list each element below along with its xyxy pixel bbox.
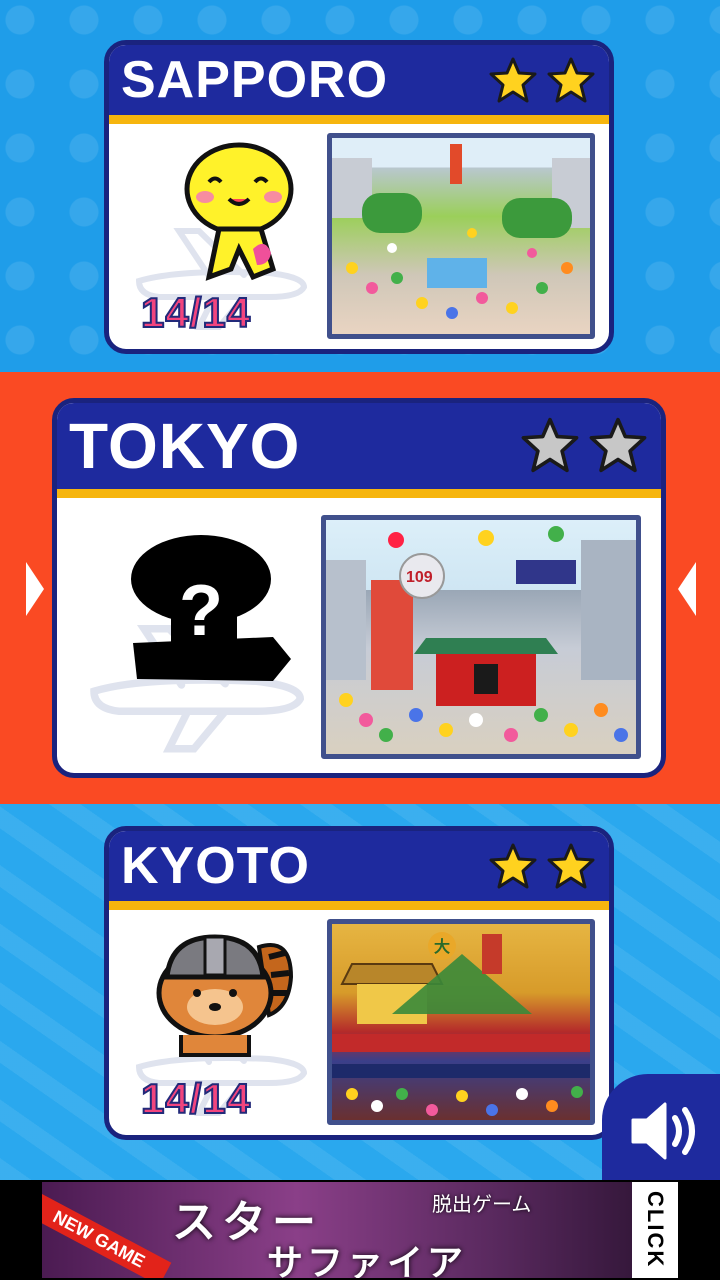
stage-preview-image[interactable]: 大 (327, 919, 595, 1125)
sound-toggle-button[interactable] (602, 1074, 720, 1180)
stage-card-sapporo[interactable]: SAPPORO 14/14 (104, 40, 614, 354)
chick-character-icon (184, 142, 294, 281)
found-count: 14/14 (140, 288, 252, 337)
star-filled-icon (489, 57, 537, 103)
star-empty-icon (521, 417, 579, 473)
scene-sign-label: 大 (434, 937, 450, 956)
ad-new-game-badge: NEW GAME (42, 1192, 172, 1278)
star-empty-icon (589, 417, 647, 473)
ad-banner[interactable]: NEW GAME スター 脱出ゲーム サファイア CLICK (0, 1180, 720, 1280)
stage-card-kyoto[interactable]: KYOTO 14/14 大 (104, 826, 614, 1140)
card-header: SAPPORO (109, 45, 609, 124)
ad-banner-image[interactable]: NEW GAME スター 脱出ゲーム サファイア CLICK (42, 1182, 678, 1278)
stage-preview-image[interactable] (327, 133, 595, 339)
ad-click-button[interactable]: CLICK (632, 1182, 678, 1278)
stage-preview-image[interactable]: 109 (321, 515, 641, 759)
star-rating (521, 417, 647, 473)
speaker-icon (631, 1102, 695, 1160)
found-count: 14/14 (140, 1074, 252, 1123)
previous-stage-arrow-icon[interactable] (22, 558, 48, 620)
ad-genre: 脱出ゲーム (432, 1194, 532, 1216)
ad-subtitle: サファイア (267, 1242, 468, 1278)
star-filled-icon (489, 843, 537, 889)
scene-building-label: 109 (406, 569, 433, 586)
star-rating (489, 57, 595, 103)
stage-name: SAPPORO (121, 51, 389, 109)
stage-name: TOKYO (69, 410, 301, 482)
card-header: TOKYO (57, 403, 661, 498)
stage-card-tokyo[interactable]: TOKYO ? 109 (52, 398, 666, 778)
stage-name: KYOTO (121, 837, 310, 895)
locked-question-mark: ? (179, 571, 223, 651)
raccoon-character-icon (156, 934, 294, 1057)
star-filled-icon (547, 57, 595, 103)
locked-character-silhouette: ? (123, 531, 293, 691)
star-rating (489, 843, 595, 889)
card-header: KYOTO (109, 831, 609, 910)
ad-click-label: CLICK (643, 1191, 668, 1269)
next-stage-arrow-icon[interactable] (674, 558, 700, 620)
star-filled-icon (547, 843, 595, 889)
